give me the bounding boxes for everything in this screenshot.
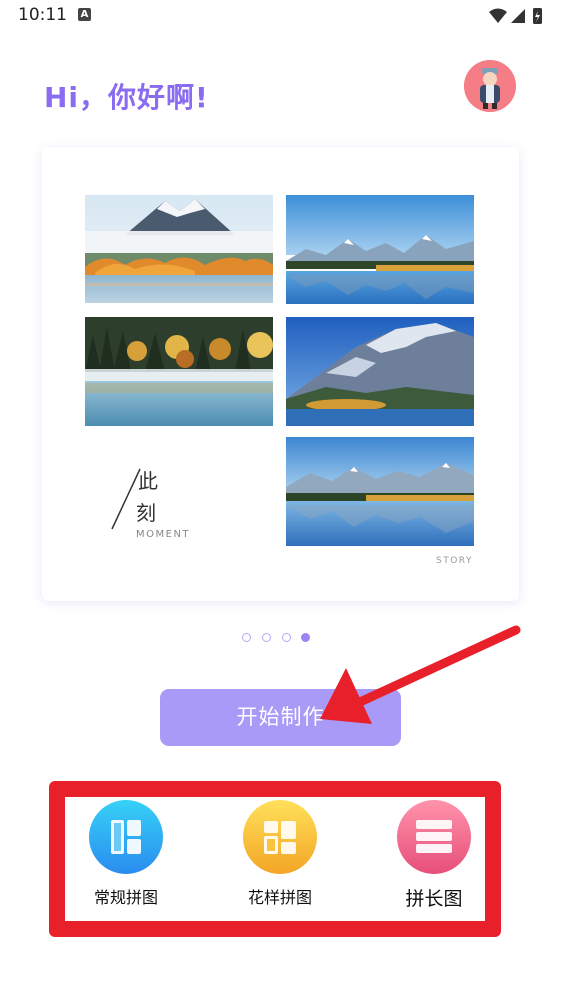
status-icons xyxy=(489,8,542,24)
pattern-collage-icon xyxy=(243,800,317,874)
photo-mountain-lake xyxy=(286,195,474,304)
photo-lake-reflection xyxy=(286,437,474,546)
avatar-icon[interactable] xyxy=(464,60,516,112)
signal-icon xyxy=(511,9,525,23)
photo-mountain-clouds xyxy=(85,195,273,303)
pager-dot[interactable] xyxy=(262,633,271,642)
photo-forest-lake xyxy=(85,317,273,426)
story-label: STORY xyxy=(436,556,473,566)
moment-char-2: 刻 xyxy=(136,501,156,525)
pager-dot-active[interactable] xyxy=(301,633,310,642)
tool-label-pattern: 花样拼图 xyxy=(247,888,312,907)
photo-big-mountain xyxy=(286,317,474,426)
wifi-icon xyxy=(489,8,507,23)
tool-long-collage[interactable]: 拼长图 xyxy=(374,800,494,915)
long-collage-icon xyxy=(397,800,471,874)
moment-char-1: 此 xyxy=(138,469,158,493)
greeting-text: Hi，你好啊! xyxy=(44,81,209,114)
moment-caption: 此 刻 MOMENT xyxy=(108,465,218,545)
moment-english: MOMENT xyxy=(136,529,191,540)
tool-pattern-collage[interactable]: 花样拼图 xyxy=(220,800,340,915)
start-button[interactable]: 开始制作 xyxy=(160,689,401,746)
a-icon: A xyxy=(78,8,91,21)
status-time: 10:11 xyxy=(18,5,67,25)
pager-dot[interactable] xyxy=(282,633,291,642)
tool-label-long: 拼长图 xyxy=(405,888,463,910)
pager-dot[interactable] xyxy=(242,633,251,642)
tool-label-regular: 常规拼图 xyxy=(93,888,158,907)
tool-regular-collage[interactable]: 常规拼图 xyxy=(66,800,186,915)
grid-collage-icon xyxy=(89,800,163,874)
status-bar: 10:11 A xyxy=(0,0,561,32)
